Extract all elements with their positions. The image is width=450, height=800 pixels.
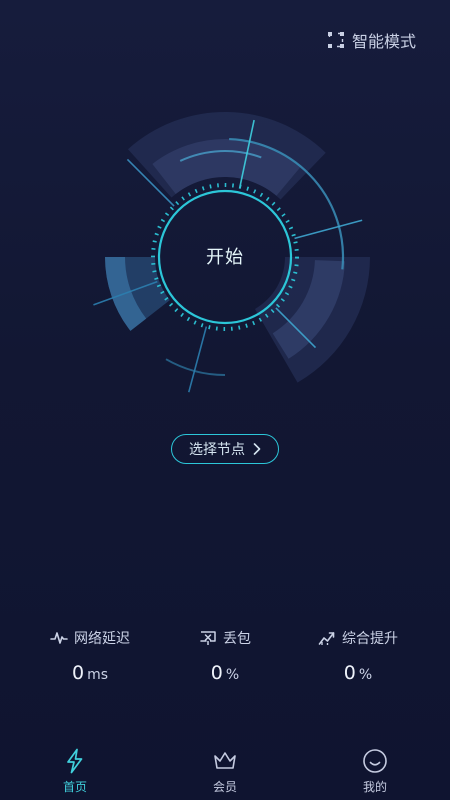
packet-loss-unit: % [225,667,240,683]
crown-icon [214,752,236,769]
smart-mode-label: 智能模式 [351,32,416,51]
select-node-button[interactable]: 选择节点 [171,434,279,464]
lightning-icon [67,748,83,774]
tab-membership-label: 会员 [212,780,237,794]
stats-panel: 网络延迟 0 ms 丢包 0% 综合提升 0 % [0,626,450,696]
tab-profile-label: 我的 [362,780,387,794]
smart-mode-button[interactable]: 智能模式 [327,28,416,52]
packet-loss-label: 丢包 [223,631,251,647]
boost-unit: % [358,667,373,683]
boost-label: 综合提升 [342,631,398,647]
smart-mode-icon [327,32,344,48]
packet-loss-stat: 丢包 0% [160,626,290,686]
trend-up-icon [318,632,335,645]
tab-profile[interactable]: 我的 [325,740,425,800]
chevron-right-icon [253,443,261,455]
latency-label: 网络延迟 [74,631,130,647]
tab-bar: 首页 会员 我的 [0,740,450,800]
start-button[interactable]: 开始 [175,228,275,284]
dial-needle [187,326,208,393]
latency-stat: 网络延迟 0 ms [25,626,155,686]
dial-needle [294,219,363,240]
boost-value: 0 [343,662,356,684]
latency-unit: ms [87,667,109,683]
start-label: 开始 [206,247,244,268]
latency-value: 0 [71,662,85,684]
smile-icon [363,749,387,773]
packet-loss-icon [200,631,216,645]
tab-membership[interactable]: 会员 [175,740,275,800]
tab-home[interactable]: 首页 [25,740,125,800]
select-node-label: 选择节点 [189,442,245,458]
boost-stat: 综合提升 0% [293,626,423,686]
packet-loss-value: 0 [210,662,223,684]
tab-home-label: 首页 [62,780,87,794]
pulse-icon [50,632,68,644]
